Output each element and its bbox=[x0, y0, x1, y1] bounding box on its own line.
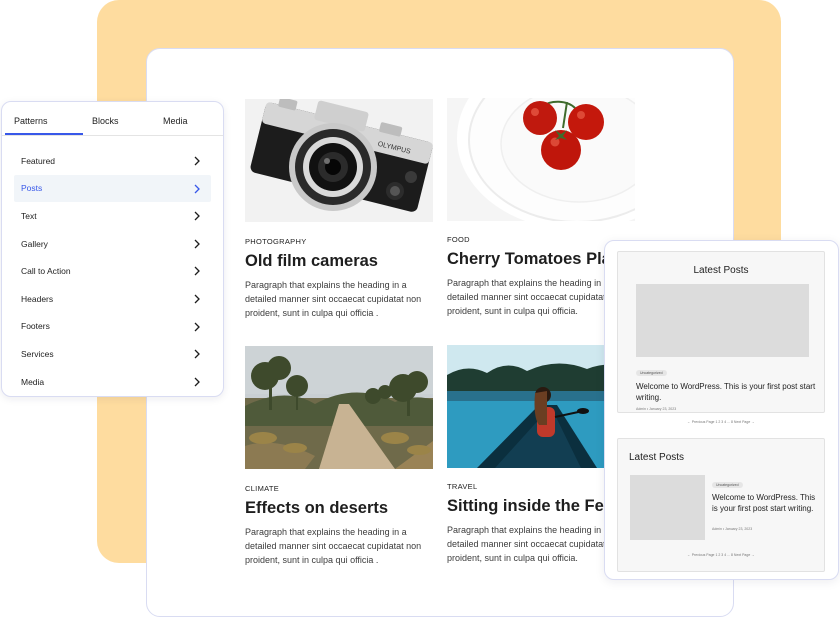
inserter-tabs: Patterns Blocks Media bbox=[2, 102, 223, 136]
post-excerpt: Paragraph that explains the heading in a… bbox=[447, 525, 624, 563]
chevron-right-icon bbox=[194, 349, 200, 359]
post-excerpt: Paragraph that explains the heading in a… bbox=[245, 280, 422, 318]
pattern-preview-panel: Latest Posts Uncategorized Welcome to Wo… bbox=[604, 240, 839, 580]
pagination: ← Previous Page 1 2 3 4 ... 8 Next Page … bbox=[687, 420, 755, 424]
chevron-right-icon bbox=[194, 211, 200, 221]
chevron-right-icon bbox=[194, 322, 200, 332]
category-item-posts[interactable]: Posts bbox=[14, 174, 211, 203]
post-meta: Admin • January 23, 2023 bbox=[712, 527, 753, 531]
chevron-right-icon bbox=[194, 184, 200, 194]
inserter-panel: Patterns Blocks Media Featured Posts Tex… bbox=[1, 101, 224, 397]
post-card[interactable]: CLIMATE Effects on deserts Paragraph tha… bbox=[245, 346, 433, 567]
category-item-label: Posts bbox=[21, 183, 43, 194]
pagination: ← Previous Page 1 2 3 4 ... 8 Next Page … bbox=[687, 553, 755, 557]
post-excerpt: Paragraph that explains the heading in a… bbox=[245, 527, 422, 565]
category-item-media[interactable]: Media bbox=[14, 368, 211, 396]
category-item-label: Footers bbox=[21, 321, 50, 332]
post-title[interactable]: Old film cameras bbox=[245, 252, 433, 271]
category-item-call-to-action[interactable]: Call to Action bbox=[14, 257, 211, 285]
category-item-headers[interactable]: Headers bbox=[14, 285, 211, 313]
active-tab-indicator bbox=[5, 133, 83, 135]
post-meta: Admin • January 23, 2023 bbox=[636, 407, 677, 411]
latest-posts-heading: Latest Posts bbox=[629, 452, 685, 463]
category-item-label: Text bbox=[21, 210, 37, 221]
category-item-label: Call to Action bbox=[21, 266, 71, 277]
chevron-right-icon bbox=[194, 294, 200, 304]
camera-photo: OLYMPUS bbox=[245, 99, 433, 222]
tab-media[interactable]: Media bbox=[163, 102, 188, 126]
category-tag: Uncategorized bbox=[636, 370, 667, 376]
category-item-label: Services bbox=[21, 348, 54, 359]
latest-post-title: Welcome to WordPress. This is your first… bbox=[636, 382, 816, 402]
post-title[interactable]: Effects on deserts bbox=[245, 499, 433, 518]
post-category: PHOTOGRAPHY bbox=[245, 237, 307, 246]
chevron-right-icon bbox=[194, 266, 200, 276]
category-item-text[interactable]: Text bbox=[14, 202, 211, 230]
latest-posts-heading: Latest Posts bbox=[693, 265, 749, 276]
category-item-label: Headers bbox=[21, 293, 54, 304]
category-tag: Uncategorized bbox=[712, 482, 743, 488]
post-category: CLIMATE bbox=[245, 484, 280, 493]
pattern-category-list: Featured Posts Text Gallery Call to Acti… bbox=[2, 136, 223, 395]
category-item-gallery[interactable]: Gallery bbox=[14, 230, 211, 258]
category-item-services[interactable]: Services bbox=[14, 340, 211, 368]
desert-road-photo bbox=[245, 346, 433, 469]
chevron-right-icon bbox=[194, 239, 200, 249]
category-item-footers[interactable]: Footers bbox=[14, 313, 211, 341]
category-item-label: Featured bbox=[21, 155, 56, 166]
category-item-label: Media bbox=[21, 376, 45, 387]
latest-posts-pattern-preview[interactable]: Latest Posts Uncategorized Welcome to Wo… bbox=[617, 438, 825, 572]
image-placeholder bbox=[636, 284, 809, 357]
tomatoes-photo bbox=[447, 98, 635, 221]
image-placeholder bbox=[630, 475, 705, 540]
latest-posts-pattern-preview[interactable]: Latest Posts Uncategorized Welcome to Wo… bbox=[617, 251, 825, 424]
tab-blocks[interactable]: Blocks bbox=[92, 102, 119, 126]
post-card[interactable]: OLYMPUS PHOTOGRAPHY Old film cameras Par… bbox=[245, 99, 433, 320]
category-item-label: Gallery bbox=[21, 238, 48, 249]
tab-patterns[interactable]: Patterns bbox=[14, 102, 48, 126]
chevron-right-icon bbox=[194, 377, 200, 387]
post-excerpt: Paragraph that explains the heading in a… bbox=[447, 278, 624, 316]
chevron-right-icon bbox=[194, 156, 200, 166]
category-item-featured[interactable]: Featured bbox=[14, 147, 211, 175]
latest-post-title: Welcome to WordPress. This is your first… bbox=[712, 493, 816, 513]
